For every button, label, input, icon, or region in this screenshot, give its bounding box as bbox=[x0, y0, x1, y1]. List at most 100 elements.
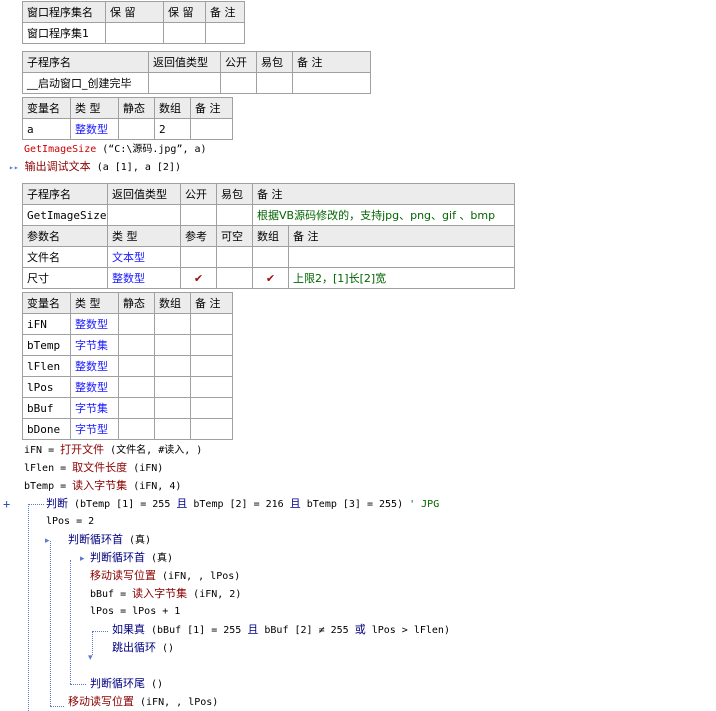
var2-remark-cell[interactable] bbox=[190, 355, 233, 377]
code-fn-file-length[interactable]: 取文件长度 bbox=[72, 461, 127, 474]
sub1-epkg-cell[interactable] bbox=[256, 72, 293, 94]
var1-array-cell[interactable]: 2 bbox=[154, 118, 191, 140]
code-line-read-buf[interactable]: bBuf = 读入字节集 (iFN, 2) bbox=[90, 587, 241, 602]
param-array-cell[interactable] bbox=[252, 246, 289, 268]
var2-name-cell[interactable]: iFN bbox=[22, 313, 71, 335]
var2-static-cell[interactable] bbox=[118, 334, 155, 356]
var2-static-cell[interactable] bbox=[118, 355, 155, 377]
code-line-debug-output[interactable]: ▸▸ 输出调试文本 (a [1], a [2]) bbox=[9, 160, 181, 175]
sub2-row[interactable]: GetImageSize 根据VB源码修改的，支持jpg、png、gif 、bm… bbox=[22, 204, 515, 226]
sub1-return-cell[interactable] bbox=[148, 72, 221, 94]
var2-remark-cell[interactable] bbox=[190, 397, 233, 419]
sub1-row[interactable]: __启动窗口_创建完毕 bbox=[22, 72, 371, 94]
var1-row[interactable]: a 整数型 2 bbox=[22, 118, 233, 140]
var2-static-cell[interactable] bbox=[118, 313, 155, 335]
var2-name-cell[interactable]: bBuf bbox=[22, 397, 71, 419]
var2-type-cell[interactable]: 字节集 bbox=[70, 397, 119, 419]
code-line-file-length[interactable]: lFlen = 取文件长度 (iFN) bbox=[24, 461, 163, 476]
var2-array-cell[interactable] bbox=[154, 355, 191, 377]
var2-array-cell[interactable] bbox=[154, 418, 191, 440]
code-line-if-true[interactable]: 如果真 (bBuf [1] = 255 且 bBuf [2] ≠ 255 或 l… bbox=[112, 623, 450, 638]
param-remark-cell[interactable] bbox=[288, 246, 515, 268]
code-fn-open-file[interactable]: 打开文件 bbox=[60, 443, 104, 456]
var2-array-cell[interactable] bbox=[154, 376, 191, 398]
code-kw-break[interactable]: 跳出循环 bbox=[112, 641, 156, 654]
param-ref-check-icon[interactable]: ✔ bbox=[180, 267, 217, 289]
code-kw-loop-end[interactable]: 判断循环尾 bbox=[90, 677, 145, 690]
var2-remark-cell[interactable] bbox=[190, 376, 233, 398]
var2-remark-cell[interactable] bbox=[190, 418, 233, 440]
code-kw-if-true[interactable]: 如果真 bbox=[112, 623, 145, 636]
code-kw-if[interactable]: 判断 bbox=[46, 497, 68, 510]
code-kw-loop-start[interactable]: 判断循环首 bbox=[90, 551, 145, 564]
param-type-cell[interactable]: 整数型 bbox=[107, 267, 181, 289]
param-array-check-icon[interactable]: ✔ bbox=[252, 267, 289, 289]
expand-plus-icon[interactable]: + bbox=[3, 497, 10, 511]
var2-type-cell[interactable]: 字节型 bbox=[70, 418, 119, 440]
sub1-remark-cell[interactable] bbox=[292, 72, 371, 94]
param-nullable-cell[interactable] bbox=[216, 246, 253, 268]
code-fn-seek[interactable]: 移动读写位置 bbox=[90, 569, 156, 582]
var2-name-cell[interactable]: lPos bbox=[22, 376, 71, 398]
param-type-cell[interactable]: 文本型 bbox=[107, 246, 181, 268]
assembly-reserved2-cell[interactable] bbox=[163, 22, 206, 44]
code-fn-debug-output[interactable]: 输出调试文本 bbox=[25, 160, 91, 173]
var2-type-cell[interactable]: 字节集 bbox=[70, 334, 119, 356]
var2-row[interactable]: bBuf 字节集 bbox=[22, 397, 233, 419]
code-line-loop-inner[interactable]: 判断循环首 (真) bbox=[90, 551, 173, 566]
code-line-read-bytes[interactable]: bTemp = 读入字节集 (iFN, 4) bbox=[24, 479, 181, 494]
sub2-epkg-cell[interactable] bbox=[216, 204, 253, 226]
param-ref-cell[interactable] bbox=[180, 246, 217, 268]
var2-static-cell[interactable] bbox=[118, 418, 155, 440]
var1-remark-cell[interactable] bbox=[190, 118, 233, 140]
code-fn-read-bytes[interactable]: 读入字节集 bbox=[132, 587, 187, 600]
assembly-row[interactable]: 窗口程序集1 bbox=[22, 22, 245, 44]
var2-row[interactable]: bTemp 字节集 bbox=[22, 334, 233, 356]
var2-array-cell[interactable] bbox=[154, 397, 191, 419]
var2-name-cell[interactable]: lFlen bbox=[22, 355, 71, 377]
param-name-cell[interactable]: 尺寸 bbox=[22, 267, 108, 289]
var2-array-cell[interactable] bbox=[154, 313, 191, 335]
code-line-loop-end[interactable]: 判断循环尾 () bbox=[90, 677, 163, 692]
sub2-public-cell[interactable] bbox=[180, 204, 217, 226]
code-line-open-file[interactable]: iFN = 打开文件 (文件名, #读入, ) bbox=[24, 443, 202, 458]
assembly-remark-cell[interactable] bbox=[205, 22, 245, 44]
var2-row[interactable]: bDone 字节型 bbox=[22, 418, 233, 440]
var2-type-cell[interactable]: 整数型 bbox=[70, 355, 119, 377]
assembly-reserved1-cell[interactable] bbox=[105, 22, 164, 44]
var2-remark-cell[interactable] bbox=[190, 313, 233, 335]
param-row[interactable]: 文件名 文本型 bbox=[22, 246, 515, 268]
sub1-name-cell[interactable]: __启动窗口_创建完毕 bbox=[22, 72, 149, 94]
var2-name-cell[interactable]: bDone bbox=[22, 418, 71, 440]
code-line-if-jpg-body[interactable]: 判断 (bTemp [1] = 255 且 bTemp [2] = 216 且 … bbox=[46, 497, 439, 512]
var2-row[interactable]: lFlen 整数型 bbox=[22, 355, 233, 377]
code-line-lpos-init[interactable]: lPos = 2 bbox=[46, 515, 94, 529]
param-row[interactable]: 尺寸 整数型 ✔ ✔ 上限2，[1]长[2]宽 bbox=[22, 267, 515, 289]
var2-type-cell[interactable]: 整数型 bbox=[70, 376, 119, 398]
code-fn-seek[interactable]: 移动读写位置 bbox=[68, 695, 134, 708]
sub2-return-cell[interactable] bbox=[107, 204, 181, 226]
sub2-name-cell[interactable]: GetImageSize bbox=[22, 204, 108, 226]
param-name-cell[interactable]: 文件名 bbox=[22, 246, 108, 268]
code-line-if-jpg[interactable]: + bbox=[3, 497, 10, 513]
var1-name-cell[interactable]: a bbox=[22, 118, 71, 140]
var2-remark-cell[interactable] bbox=[190, 334, 233, 356]
var2-row[interactable]: lPos 整数型 bbox=[22, 376, 233, 398]
code-fn-read-bytes[interactable]: 读入字节集 bbox=[72, 479, 127, 492]
sub2-remark-cell[interactable]: 根据VB源码修改的，支持jpg、png、gif 、bmp bbox=[252, 204, 515, 226]
var2-name-cell[interactable]: bTemp bbox=[22, 334, 71, 356]
param-remark-cell[interactable]: 上限2，[1]长[2]宽 bbox=[288, 267, 515, 289]
code-line-getimagesize-call[interactable]: GetImageSize (“C:\源码.jpg”, a) bbox=[24, 143, 207, 157]
code-line-seek[interactable]: 移动读写位置 (iFN, , lPos) bbox=[90, 569, 240, 584]
var2-row[interactable]: iFN 整数型 bbox=[22, 313, 233, 335]
param-nullable-cell[interactable] bbox=[216, 267, 253, 289]
var1-static-cell[interactable] bbox=[118, 118, 155, 140]
var2-static-cell[interactable] bbox=[118, 376, 155, 398]
var2-array-cell[interactable] bbox=[154, 334, 191, 356]
var2-type-cell[interactable]: 整数型 bbox=[70, 313, 119, 335]
code-line-loop-outer[interactable]: 判断循环首 (真) bbox=[68, 533, 151, 548]
var1-type-cell[interactable]: 整数型 bbox=[70, 118, 119, 140]
code-fn-getimagesize[interactable]: GetImageSize bbox=[24, 144, 96, 155]
sub1-public-cell[interactable] bbox=[220, 72, 257, 94]
code-kw-loop-start[interactable]: 判断循环首 bbox=[68, 533, 123, 546]
